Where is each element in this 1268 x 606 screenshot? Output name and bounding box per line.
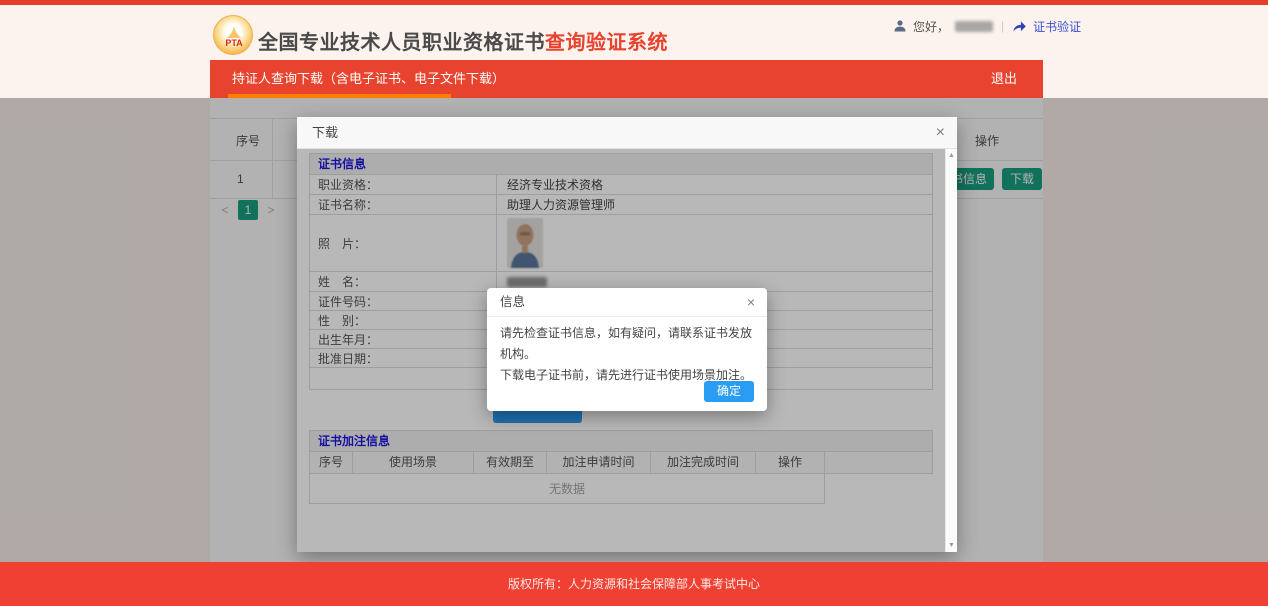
tab-holder-download[interactable]: 持证人查询下载（含电子证书、电子文件下载） — [232, 60, 505, 98]
pta-logo-text: PTA — [225, 38, 243, 48]
page-title: 全国专业技术人员职业资格证书查询验证系统 — [258, 26, 668, 55]
modal-scrollbar[interactable]: ▲ ▼ — [945, 149, 957, 552]
info-modal-header: 信息 × — [487, 288, 767, 317]
pta-logo: PTA — [213, 15, 253, 55]
verify-certificate-link[interactable]: 证书验证 — [1033, 18, 1081, 35]
app-window: PTA 全国专业技术人员职业资格证书查询验证系统 您好， | 证书验证 持证人查… — [0, 0, 1268, 606]
download-modal-header: 下载 × — [297, 117, 957, 149]
scroll-down-icon[interactable]: ▼ — [946, 542, 957, 549]
pta-logo-graphic: PTA — [214, 16, 254, 56]
info-modal-close-icon[interactable]: × — [747, 288, 755, 317]
divider: | — [1001, 19, 1004, 33]
share-arrow-icon — [1012, 20, 1027, 33]
logout-button[interactable]: 退出 — [991, 60, 1017, 98]
copyright-text: 版权所有：人力资源和社会保障部人事考试中心 — [0, 562, 1268, 606]
user-name-blurred — [955, 21, 993, 32]
scroll-up-icon[interactable]: ▲ — [946, 152, 957, 159]
info-modal-message: 请先检查证书信息，如有疑问，请联系证书发放机构。 下载电子证书前，请先进行证书使… — [500, 323, 754, 386]
info-modal: 信息 × 请先检查证书信息，如有疑问，请联系证书发放机构。 下载电子证书前，请先… — [487, 288, 767, 411]
user-bar: 您好， | 证书验证 — [893, 16, 1081, 36]
user-greeting: 您好， — [913, 18, 949, 35]
footer-bar: 版权所有：人力资源和社会保障部人事考试中心 — [0, 562, 1268, 606]
page-title-main: 全国专业技术人员职业资格证书 — [258, 32, 545, 54]
person-icon — [893, 19, 907, 33]
info-message-line1: 请先检查证书信息，如有疑问，请联系证书发放机构。 — [500, 323, 754, 365]
download-modal-title: 下载 — [312, 117, 338, 149]
ok-button[interactable]: 确定 — [704, 381, 754, 402]
main-nav: 持证人查询下载（含电子证书、电子文件下载） 退出 — [210, 60, 1043, 98]
top-accent-bar — [0, 0, 1268, 5]
info-modal-title: 信息 — [500, 288, 525, 317]
page-title-accent: 查询验证系统 — [545, 32, 668, 54]
download-modal-close-icon[interactable]: × — [936, 117, 945, 149]
